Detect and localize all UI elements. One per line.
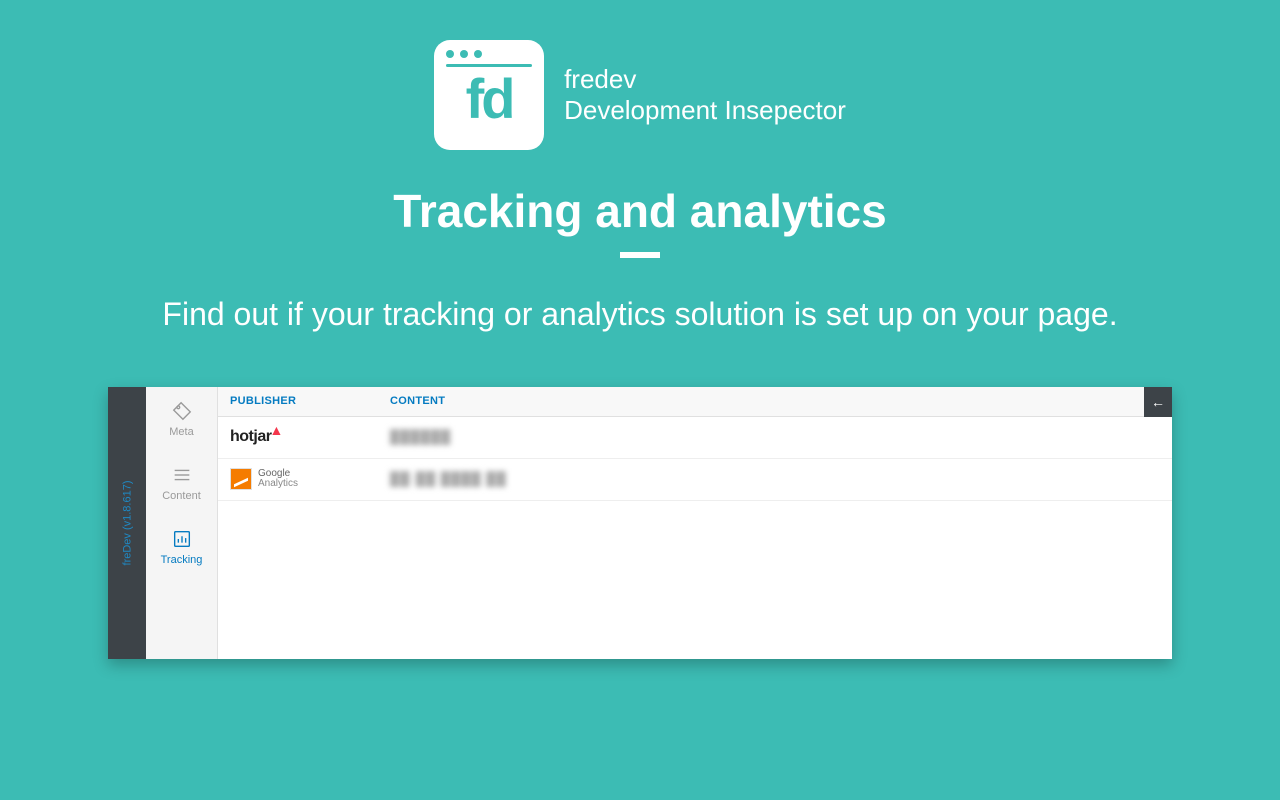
google-analytics-logo: GoogleAnalytics xyxy=(230,468,298,490)
table-header-row: PUBLISHER CONTENT xyxy=(218,387,1172,417)
brand-name: fredev xyxy=(564,64,846,95)
sidebar-label-meta: Meta xyxy=(169,426,193,438)
sidebar-nav: Meta Content Tracking xyxy=(146,387,218,659)
title-divider xyxy=(620,252,660,258)
brand-initials: fd xyxy=(466,71,513,127)
arrow-left-icon: ← xyxy=(1151,394,1165,410)
chart-icon xyxy=(171,528,193,550)
tag-icon xyxy=(171,400,193,422)
col-header-publisher: PUBLISHER xyxy=(230,395,390,407)
brand-header: fd fredev Development Insepector xyxy=(0,40,1280,150)
publisher-cell: hotjar▲ xyxy=(230,428,390,446)
sidebar-item-content[interactable]: Content xyxy=(146,451,217,515)
table-row: hotjar▲ ██████ xyxy=(218,417,1172,459)
version-strip: freDev (v1.8.617) xyxy=(108,387,146,659)
sidebar-label-tracking: Tracking xyxy=(161,554,203,566)
redacted-value: ██·██ ████ ██ xyxy=(390,471,507,486)
lines-icon xyxy=(171,464,193,486)
page-subtitle: Find out if your tracking or analytics s… xyxy=(130,292,1150,337)
col-header-content: CONTENT xyxy=(390,395,1160,407)
content-cell: ██████ xyxy=(390,428,1160,446)
inspector-panel: freDev (v1.8.617) Meta Content Tracking … xyxy=(108,387,1172,659)
page-title: Tracking and analytics xyxy=(0,184,1280,238)
brand-tagline: Development Insepector xyxy=(564,95,846,126)
redacted-value: ██████ xyxy=(390,429,451,444)
ga-icon xyxy=(230,468,252,490)
collapse-button[interactable]: ← xyxy=(1144,387,1172,417)
content-cell: ██·██ ████ ██ xyxy=(390,470,1160,488)
sidebar-label-content: Content xyxy=(162,490,201,502)
publisher-cell: GoogleAnalytics xyxy=(230,468,390,490)
sidebar-item-meta[interactable]: Meta xyxy=(146,387,217,451)
version-label: freDev (v1.8.617) xyxy=(121,480,133,565)
main-content: PUBLISHER CONTENT ← hotjar▲ ██████ Googl… xyxy=(218,387,1172,659)
brand-logo-icon: fd xyxy=(434,40,544,150)
hotjar-logo: hotjar▲ xyxy=(230,428,285,446)
table-row: GoogleAnalytics ██·██ ████ ██ xyxy=(218,459,1172,501)
sidebar-item-tracking[interactable]: Tracking xyxy=(146,515,217,579)
